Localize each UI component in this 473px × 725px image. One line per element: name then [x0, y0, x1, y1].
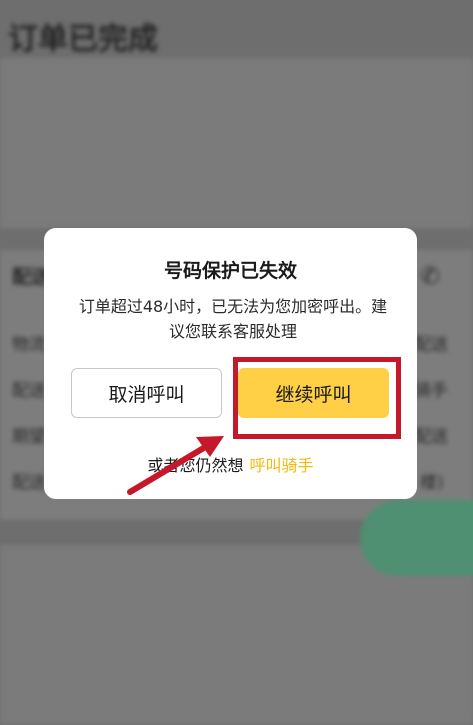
alt-call-prefix: 或者您仍然想 [147, 456, 244, 475]
call-rider-link[interactable]: 呼叫骑手 [250, 456, 314, 475]
dialog-title: 号码保护已失效 [163, 260, 297, 282]
call-dialog: 号码保护已失效 订单超过48小时，已无法为您加密呼出。建议您联系客服处理 取消呼… [44, 228, 417, 499]
alt-call-line: 或者您仍然想 呼叫骑手 [44, 452, 417, 476]
dialog-message: 订单超过48小时，已无法为您加密呼出。建议您联系客服处理 [78, 297, 388, 341]
continue-call-button[interactable]: 继续呼叫 [238, 368, 389, 418]
cancel-call-button[interactable]: 取消呼叫 [71, 368, 222, 418]
